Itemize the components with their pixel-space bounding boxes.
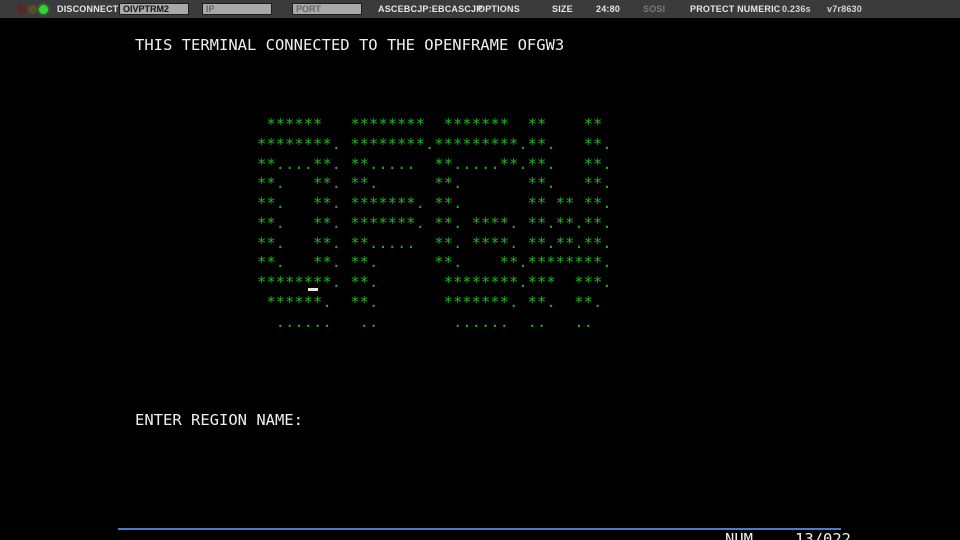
- version-label: v7r8630: [827, 0, 862, 18]
- encoding-toggle-button[interactable]: ASCEBCJP:EBCASCJP: [378, 0, 482, 18]
- ip-input[interactable]: [202, 3, 272, 15]
- port-input[interactable]: [292, 3, 362, 15]
- region-name-prompt: ENTER REGION NAME:: [135, 411, 303, 431]
- status-light-yellow-icon: [28, 5, 37, 14]
- ofgw-ascii-banner: ****** ******** ******* ** ** ********. …: [257, 115, 612, 332]
- toolbar: DISCONNECT ASCEBCJP:EBCASCJP OPTIONS SIZ…: [0, 0, 960, 18]
- response-time-value: 0.236s: [782, 0, 811, 18]
- size-label: SIZE: [552, 0, 573, 18]
- terminal-header-line: THIS TERMINAL CONNECTED TO THE OPENFRAME…: [135, 36, 564, 56]
- status-light-red-icon: [17, 5, 26, 14]
- sosi-toggle: SOSI: [643, 0, 665, 18]
- cursor-position-indicator: 13/022: [795, 530, 851, 540]
- size-value: 24:80: [596, 0, 620, 18]
- terminal-screen[interactable]: THIS TERMINAL CONNECTED TO THE OPENFRAME…: [0, 18, 960, 540]
- protect-numeric-toggle[interactable]: PROTECT NUMERIC: [690, 0, 781, 18]
- num-lock-indicator: NUM: [725, 530, 753, 540]
- text-cursor: [308, 288, 318, 291]
- options-menu-button[interactable]: OPTIONS: [478, 0, 520, 18]
- status-light-green-icon: [39, 5, 48, 14]
- terminal-name-input[interactable]: [119, 3, 189, 15]
- terminal-emulator-window: DISCONNECT ASCEBCJP:EBCASCJP OPTIONS SIZ…: [0, 0, 960, 540]
- disconnect-button[interactable]: DISCONNECT: [57, 0, 119, 18]
